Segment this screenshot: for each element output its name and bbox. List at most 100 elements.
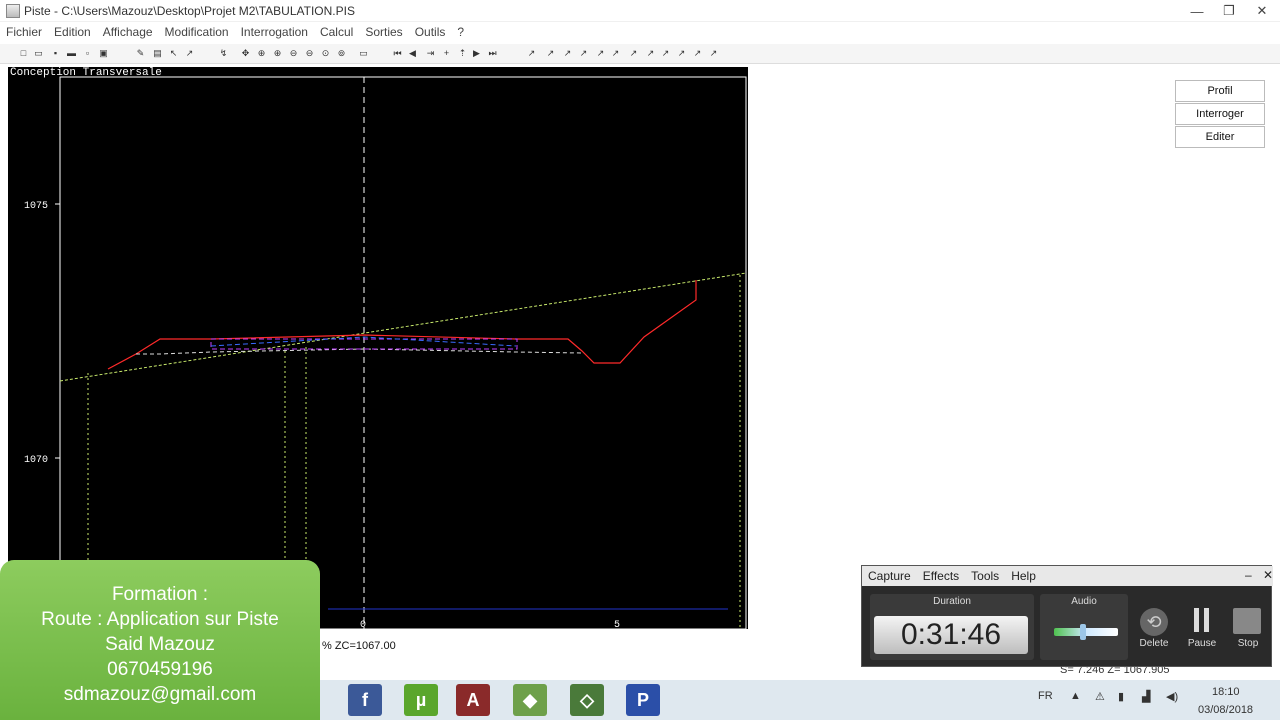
audio-label: Audio [1071, 596, 1097, 607]
recorder-menu-tools[interactable]: Tools [965, 569, 1005, 583]
last-icon[interactable]: ⏭ [487, 48, 498, 59]
tray-expand-icon[interactable]: ▲ [1070, 690, 1081, 702]
recorder-minimize-icon[interactable]: – [1239, 568, 1258, 582]
delete-icon[interactable]: ⟲ [1140, 608, 1168, 636]
covadis-icon[interactable]: ◆ [513, 684, 547, 716]
prev-icon[interactable]: ◀ [407, 48, 418, 59]
overlay-line-1: Formation : [111, 584, 209, 605]
facebook-icon[interactable]: f [348, 684, 382, 716]
duration-timer: 0:31:46 [874, 616, 1028, 654]
add-icon[interactable]: + [441, 48, 452, 59]
menu-affichage[interactable]: Affichage [97, 25, 159, 39]
menu-fichier[interactable]: Fichier [0, 25, 48, 39]
audio-level-thumb[interactable] [1080, 624, 1086, 640]
menu-interrogation[interactable]: Interrogation [235, 25, 314, 39]
battery-icon[interactable]: ▮ [1118, 690, 1124, 703]
gd-icon[interactable]: ↗ [660, 48, 671, 59]
tn2-icon[interactable]: ↗ [562, 48, 573, 59]
signal-icon[interactable]: ▟ [1142, 690, 1150, 703]
zoom-out-icon[interactable]: ⊖ [288, 48, 299, 59]
menu-sorties[interactable]: Sorties [359, 25, 408, 39]
menu-bar: Fichier Edition Affichage Modification I… [0, 22, 1280, 42]
editer-button[interactable]: Editer [1175, 126, 1265, 148]
first-icon[interactable]: ⏮ [392, 48, 403, 59]
fd-icon[interactable]: ↗ [708, 48, 719, 59]
delete-label[interactable]: Delete [1132, 638, 1176, 649]
open-icon[interactable]: ▭ [33, 48, 44, 59]
menu-help[interactable]: ? [451, 25, 470, 39]
menu-modification[interactable]: Modification [159, 25, 235, 39]
print-icon[interactable]: ▣ [98, 48, 109, 59]
clock-time[interactable]: 18:10 [1212, 686, 1240, 698]
audio-level-slider[interactable] [1054, 628, 1118, 636]
clock-date[interactable]: 03/08/2018 [1198, 704, 1253, 716]
y-label-1070: 1070 [24, 455, 48, 466]
language-indicator[interactable]: FR [1038, 690, 1053, 702]
title-bar: Piste - C:\Users\Mazouz\Desktop\Projet M… [0, 0, 1280, 22]
new-file-icon[interactable]: □ [18, 48, 29, 59]
recorder-close-icon[interactable]: ✕ [1257, 568, 1279, 582]
zoom-window-icon[interactable]: ⊖ [304, 48, 315, 59]
interroger-button[interactable]: Interroger [1175, 103, 1265, 125]
sd-icon[interactable]: ↗ [628, 48, 639, 59]
toolbar: □ ▭ ▪ ▬ ▫ ▣ ✎ ▤ ↖ ↗ ↯ ✥ ⊕ ⊕ ⊖ ⊖ ⊙ ⊚ ▭ ⏮ … [0, 44, 1280, 64]
network-icon[interactable]: ⚠ [1095, 690, 1105, 703]
save-icon[interactable]: ▪ [50, 48, 61, 59]
drawing-panel[interactable]: Conception Transversale 1075 1070 0 5 [8, 67, 748, 629]
pt-icon[interactable]: ↗ [526, 48, 537, 59]
gb-icon[interactable]: ↗ [676, 48, 687, 59]
profil-button[interactable]: Profil [1175, 80, 1265, 102]
utorrent-icon[interactable]: µ [404, 684, 438, 716]
right-button-panel: Profil Interroger Editer [1175, 80, 1265, 149]
window-title: Piste - C:\Users\Mazouz\Desktop\Projet M… [24, 3, 355, 18]
formation-overlay: Formation : Route : Application sur Pist… [0, 560, 320, 720]
menu-calcul[interactable]: Calcul [314, 25, 359, 39]
edit-icon[interactable]: ▤ [152, 48, 163, 59]
fc-icon[interactable]: ↗ [692, 48, 703, 59]
stop-label[interactable]: Stop [1226, 638, 1270, 649]
volume-icon[interactable]: ◀) [1166, 690, 1178, 703]
mensura-icon[interactable]: ◇ [570, 684, 604, 716]
pd-icon[interactable]: ↗ [645, 48, 656, 59]
s-icon[interactable]: ↗ [610, 48, 621, 59]
play-icon[interactable]: ▶ [471, 48, 482, 59]
zoom-extent-icon[interactable]: ⊚ [336, 48, 347, 59]
station-icon[interactable]: ⇡ [457, 48, 468, 59]
move-icon[interactable]: ↗ [184, 48, 195, 59]
pointer-icon[interactable]: ↯ [218, 48, 229, 59]
refresh-icon[interactable]: ▭ [358, 48, 369, 59]
tool-icon[interactable]: ▫ [82, 48, 93, 59]
pan-icon[interactable]: ✥ [240, 48, 251, 59]
recorder-menu-capture[interactable]: Capture [862, 569, 917, 583]
pause-label[interactable]: Pause [1180, 638, 1224, 649]
maximize-icon[interactable]: ❐ [1214, 0, 1244, 22]
recorder-menu-effects[interactable]: Effects [917, 569, 965, 583]
pencil-icon[interactable]: ✎ [135, 48, 146, 59]
autocad-icon[interactable]: A [456, 684, 490, 716]
zoom-all-icon[interactable]: ⊙ [320, 48, 331, 59]
tn-icon[interactable]: ↗ [545, 48, 556, 59]
x-label-5: 5 [614, 620, 620, 629]
menu-outils[interactable]: Outils [409, 25, 452, 39]
y-label-1075: 1075 [24, 201, 48, 212]
pause-icon[interactable] [1189, 608, 1213, 634]
zoom-icon[interactable]: ⊕ [256, 48, 267, 59]
recorder-widget: Capture Effects Tools Help – ✕ Duration … [861, 565, 1273, 667]
d-icon[interactable]: ↗ [578, 48, 589, 59]
status-text: % ZC=1067.00 [322, 640, 396, 652]
recorder-menu-help[interactable]: Help [1005, 569, 1042, 583]
piste-icon[interactable]: P [626, 684, 660, 716]
close-icon[interactable]: ✕ [1247, 0, 1277, 22]
overlay-line-4: 0670459196 [107, 659, 213, 680]
next-number-icon[interactable]: ⇥ [425, 48, 436, 59]
zoom-in-icon[interactable]: ⊕ [272, 48, 283, 59]
menu-edition[interactable]: Edition [48, 25, 97, 39]
overlay-line-3: Said Mazouz [105, 634, 215, 655]
dn-icon[interactable]: ↗ [595, 48, 606, 59]
stop-icon[interactable] [1233, 608, 1261, 634]
recorder-menu: Capture Effects Tools Help – ✕ [862, 566, 1273, 586]
folder-icon[interactable]: ▬ [66, 48, 77, 59]
minimize-icon[interactable]: — [1182, 0, 1212, 22]
select-icon[interactable]: ↖ [168, 48, 179, 59]
app-icon [6, 3, 20, 18]
